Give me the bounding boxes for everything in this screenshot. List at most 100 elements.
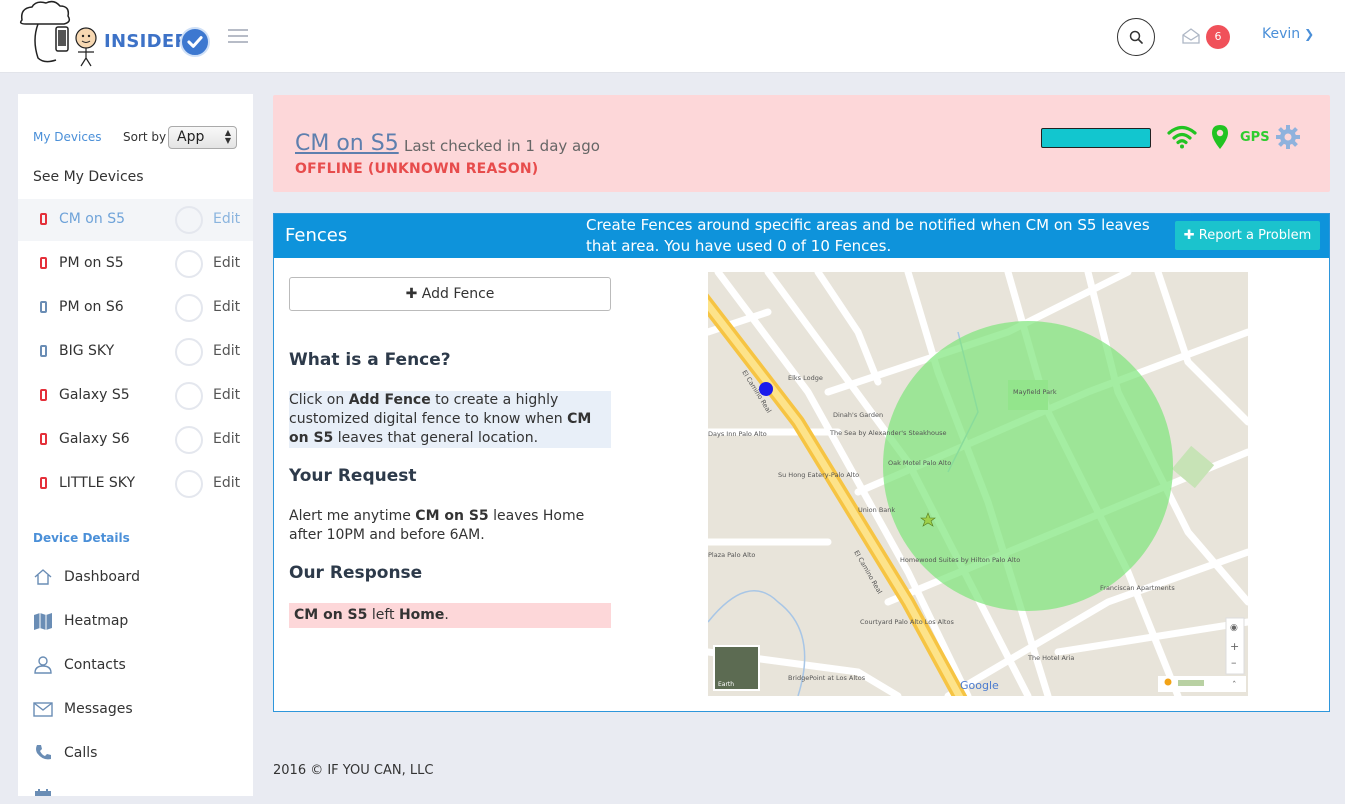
device-name-link[interactable]: CM on S5 xyxy=(295,131,399,156)
edit-device-link[interactable]: Edit xyxy=(213,343,240,359)
device-name: PM on S6 xyxy=(59,299,124,315)
menu-toggle-icon[interactable] xyxy=(228,29,248,43)
map-label: Days Inn Palo Alto xyxy=(708,430,767,438)
phone-icon xyxy=(40,389,47,401)
gear-icon[interactable] xyxy=(1276,125,1300,149)
device-name: BIG SKY xyxy=(59,343,115,359)
nav-label: Messages xyxy=(64,701,133,717)
select-arrows-icon: ▲ ▼ xyxy=(224,128,231,145)
fences-panel: Fences Create Fences around specific are… xyxy=(273,213,1330,712)
sort-by-label: Sort by xyxy=(123,130,167,144)
phone-icon xyxy=(40,345,47,357)
device-item-little-sky[interactable]: LITTLE SKY Edit xyxy=(18,463,253,505)
map-label: Mayfield Park xyxy=(1013,388,1057,396)
offline-status: OFFLINE (UNKNOWN REASON) xyxy=(295,161,539,177)
device-name: CM on S5 xyxy=(59,211,125,227)
edit-device-link[interactable]: Edit xyxy=(213,211,240,227)
edit-device-link[interactable]: Edit xyxy=(213,255,240,271)
nav-item-dashboard[interactable]: Dashboard xyxy=(33,564,243,594)
map-label: Courtyard Palo Alto Los Altos xyxy=(860,618,954,626)
phone-handset-icon xyxy=(36,745,51,760)
device-name: PM on S5 xyxy=(59,255,124,271)
nav-item-calendar[interactable] xyxy=(33,784,243,796)
plus-icon: ✚ xyxy=(1183,228,1195,243)
search-icon xyxy=(1129,30,1143,44)
see-my-devices-link[interactable]: See My Devices xyxy=(33,169,144,185)
plus-icon: ✚ xyxy=(405,286,418,302)
expand-icon[interactable]: ˆ xyxy=(1232,680,1237,691)
gps-label: GPS xyxy=(1240,130,1270,145)
last-checked-text: Last checked in 1 day ago xyxy=(404,137,600,155)
map-icon xyxy=(34,613,52,630)
edit-device-link[interactable]: Edit xyxy=(213,431,240,447)
nav-item-messages[interactable]: Messages xyxy=(33,696,243,726)
status-ring-icon xyxy=(175,250,203,278)
device-item-galaxy-s5[interactable]: Galaxy S5 Edit xyxy=(18,375,253,417)
battery-bar xyxy=(1041,128,1151,148)
fences-description: Create Fences around specific areas and … xyxy=(586,216,1150,255)
earth-label: Earth xyxy=(718,681,734,688)
user-menu[interactable]: Kevin ❯ xyxy=(1262,26,1314,42)
map-label: Homewood Suites by Hilton Palo Alto xyxy=(900,556,1020,564)
fences-header: Fences Create Fences around specific are… xyxy=(274,214,1329,258)
report-problem-label: Report a Problem xyxy=(1198,228,1312,243)
map-label: BridgePoint at Los Altos xyxy=(788,674,866,682)
nav-item-contacts[interactable]: Contacts xyxy=(33,652,243,682)
fence-map[interactable]: El Camino Real El Camino Real Elks Lodge… xyxy=(708,272,1248,696)
search-button[interactable] xyxy=(1117,18,1155,56)
map-label: Franciscan Apartments xyxy=(1100,584,1175,592)
status-ring-icon xyxy=(175,206,203,234)
sort-select-value: App xyxy=(177,129,205,145)
device-item-pm-on-s5[interactable]: PM on S5 Edit xyxy=(18,243,253,285)
phone-icon xyxy=(40,257,47,269)
map-label: Dinah's Garden xyxy=(833,411,883,419)
map-label: Oak Motel Palo Alto xyxy=(888,459,951,467)
add-fence-button[interactable]: ✚ Add Fence xyxy=(289,277,611,311)
chevron-down-icon: ❯ xyxy=(1304,27,1315,41)
sort-select[interactable]: App ▲ ▼ xyxy=(168,126,237,149)
text-part: left xyxy=(367,607,399,623)
status-ring-icon xyxy=(175,470,203,498)
device-name: LITTLE SKY xyxy=(59,475,136,491)
status-ring-icon xyxy=(175,426,203,454)
phone-icon xyxy=(40,213,47,225)
what-is-fence-text: Click on Add Fence to create a highly cu… xyxy=(289,391,611,448)
text-part: . xyxy=(444,607,449,623)
device-item-big-sky[interactable]: BIG SKY Edit xyxy=(18,331,253,373)
device-item-pm-on-s6[interactable]: PM on S6 Edit xyxy=(18,287,253,329)
status-ring-icon xyxy=(175,382,203,410)
nav-item-heatmap[interactable]: Heatmap xyxy=(33,608,243,638)
my-devices-link[interactable]: My Devices xyxy=(33,130,102,144)
our-response-text: CM on S5 left Home. xyxy=(289,603,611,628)
add-fence-label: Add Fence xyxy=(421,286,495,302)
locate-icon[interactable]: ◉ xyxy=(1230,623,1238,633)
pegman-icon[interactable] xyxy=(1164,678,1172,686)
nav-label: Dashboard xyxy=(64,569,140,585)
nav-item-calls[interactable]: Calls xyxy=(33,740,243,770)
map-label: Union Bank xyxy=(858,506,895,514)
text-bold: CM on S5 xyxy=(415,508,489,524)
footer-copyright: 2016 © IF YOU CAN, LLC xyxy=(273,763,434,778)
nav-label: Calls xyxy=(64,745,98,761)
map-label: The Sea by Alexander's Steakhouse xyxy=(829,429,947,437)
sidebar: My Devices Sort by App ▲ ▼ See My Devices… xyxy=(18,94,253,796)
envelope-open-icon[interactable] xyxy=(1182,27,1200,45)
device-item-cm-on-s5[interactable]: CM on S5 Edit xyxy=(18,199,253,241)
our-response-heading: Our Response xyxy=(289,563,423,583)
edit-device-link[interactable]: Edit xyxy=(213,475,240,491)
report-problem-button[interactable]: ✚ Report a Problem xyxy=(1175,221,1320,250)
what-is-fence-heading: What is a Fence? xyxy=(289,350,451,370)
text-bold: Home xyxy=(398,607,445,623)
google-logo: Google xyxy=(960,679,999,692)
calendar-icon xyxy=(35,789,51,796)
zoom-out-icon[interactable]: – xyxy=(1231,656,1237,669)
edit-device-link[interactable]: Edit xyxy=(213,299,240,315)
text-bold: CM on S5 xyxy=(294,607,368,623)
device-status-panel: CM on S5 Last checked in 1 day ago OFFLI… xyxy=(273,95,1330,192)
device-item-galaxy-s6[interactable]: Galaxy S6 Edit xyxy=(18,419,253,461)
notification-badge[interactable]: 6 xyxy=(1206,25,1230,49)
status-ring-icon xyxy=(175,294,203,322)
zoom-in-icon[interactable]: + xyxy=(1230,640,1239,653)
wifi-icon xyxy=(1167,125,1197,149)
edit-device-link[interactable]: Edit xyxy=(213,387,240,403)
